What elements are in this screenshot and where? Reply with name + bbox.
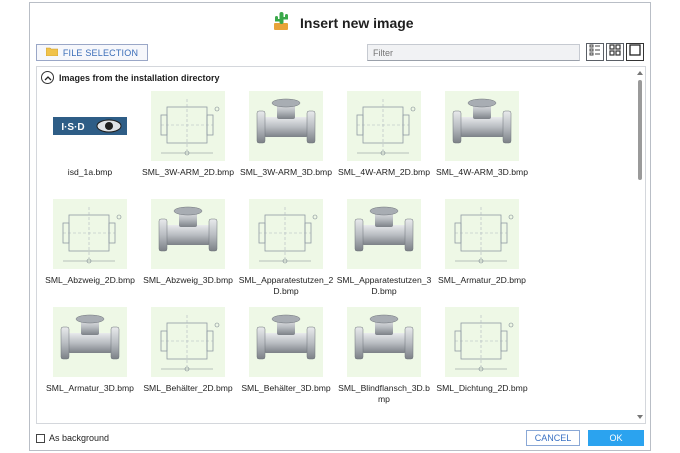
image-thumbnail[interactable] <box>249 199 323 269</box>
image-thumbnail[interactable] <box>249 91 323 161</box>
image-tile[interactable]: SML_Apparatestutzen_2D.bmp <box>237 197 335 305</box>
image-thumbnail[interactable] <box>151 91 225 161</box>
large-view-icon <box>629 43 641 61</box>
grid-view-icon <box>609 43 621 61</box>
image-filename: SML_Apparatestutzen_3D.bmp <box>336 275 432 296</box>
image-tile[interactable]: SML_Abzweig_3D.bmp <box>139 197 237 305</box>
image-filename: SML_Abzweig_3D.bmp <box>143 275 233 285</box>
image-filename: SML_Armatur_3D.bmp <box>46 383 134 393</box>
as-background-option[interactable]: As background <box>36 433 109 443</box>
toolbar: FILE SELECTION <box>30 43 650 65</box>
image-panel: Images from the installation directory I… <box>36 66 646 424</box>
image-filename: SML_Abzweig_2D.bmp <box>45 275 135 285</box>
image-tile[interactable]: SML_Abzweig_2D.bmp <box>41 197 139 305</box>
image-filename: SML_4W-ARM_3D.bmp <box>435 167 528 177</box>
section-header[interactable]: Images from the installation directory <box>41 71 220 84</box>
image-filename: SML_3W-ARM_3D.bmp <box>239 167 332 177</box>
image-tile[interactable]: SML_Apparatestutzen_3D.bmp <box>335 197 433 305</box>
image-thumbnail[interactable] <box>151 199 225 269</box>
ok-button[interactable]: OK <box>588 430 644 446</box>
image-thumbnail[interactable] <box>53 199 127 269</box>
logo-text: I·S·D <box>61 122 84 133</box>
insert-image-dialog: Insert new image FILE SELECTION Filter I… <box>29 2 651 451</box>
image-tile[interactable]: SML_4W-ARM_2D.bmp <box>335 89 433 197</box>
image-filename: SML_Behälter_2D.bmp <box>143 383 233 393</box>
image-filename: SML_Armatur_2D.bmp <box>438 275 526 285</box>
image-filename: SML_4W-ARM_2D.bmp <box>337 167 430 177</box>
image-thumbnail[interactable] <box>53 307 127 377</box>
image-thumbnail[interactable] <box>347 91 421 161</box>
image-tile[interactable]: SML_3W-ARM_3D.bmp <box>237 89 335 197</box>
grid-view-button[interactable] <box>606 43 624 61</box>
image-tile[interactable]: SML_Blindflansch_3D.bmp <box>335 305 433 413</box>
image-filename: SML_Behälter_3D.bmp <box>241 383 331 393</box>
image-thumbnail[interactable] <box>445 199 519 269</box>
collapse-icon[interactable] <box>41 71 54 84</box>
footer: As background CANCEL OK <box>30 429 650 449</box>
image-thumbnail[interactable] <box>249 307 323 377</box>
image-tile[interactable]: SML_4W-ARM_3D.bmp <box>433 89 531 197</box>
image-filename: SML_Dichtung_2D.bmp <box>436 383 528 393</box>
image-tile[interactable]: I·S·D isd_1a.bmp <box>41 89 139 197</box>
image-tile[interactable]: SML_Behälter_3D.bmp <box>237 305 335 413</box>
image-filename: isd_1a.bmp <box>67 167 113 177</box>
file-selection-label: FILE SELECTION <box>62 47 139 58</box>
file-selection-button[interactable]: FILE SELECTION <box>36 44 148 61</box>
image-thumbnail[interactable] <box>347 307 421 377</box>
section-title: Images from the installation directory <box>59 72 220 83</box>
scrollbar-thumb[interactable] <box>638 80 642 180</box>
folder-icon <box>45 47 59 58</box>
image-thumbnail[interactable]: I·S·D <box>53 91 127 161</box>
large-view-button[interactable] <box>626 43 644 61</box>
cancel-button[interactable]: CANCEL <box>526 430 580 446</box>
filter-input[interactable] <box>367 44 580 61</box>
image-filename: SML_3W-ARM_2D.bmp <box>141 167 234 177</box>
as-background-label: As background <box>49 433 110 443</box>
title-wrap: Insert new image <box>270 9 414 36</box>
image-filename: SML_Blindflansch_3D.bmp <box>338 383 430 404</box>
as-background-checkbox[interactable] <box>36 433 45 443</box>
list-view-icon <box>589 43 601 61</box>
cactus-icon <box>270 9 292 36</box>
scroll-down-icon[interactable] <box>636 414 644 420</box>
vertical-scrollbar[interactable] <box>635 67 645 423</box>
image-thumbnail[interactable] <box>445 307 519 377</box>
image-tile[interactable]: SML_Behälter_2D.bmp <box>139 305 237 413</box>
image-thumbnail[interactable] <box>151 307 225 377</box>
image-tile[interactable]: SML_Dichtung_2D.bmp <box>433 305 531 413</box>
image-thumbnail[interactable] <box>445 91 519 161</box>
image-tile[interactable]: SML_Armatur_2D.bmp <box>433 197 531 305</box>
image-tile[interactable]: SML_3W-ARM_2D.bmp <box>139 89 237 197</box>
scroll-up-icon[interactable] <box>636 70 644 76</box>
dialog-title: Insert new image <box>300 14 414 31</box>
image-thumbnail[interactable] <box>347 199 421 269</box>
image-filename: SML_Apparatestutzen_2D.bmp <box>238 275 334 296</box>
title-bar: Insert new image <box>30 3 650 39</box>
list-view-button[interactable] <box>586 43 604 61</box>
image-tile[interactable]: SML_Armatur_3D.bmp <box>41 305 139 413</box>
